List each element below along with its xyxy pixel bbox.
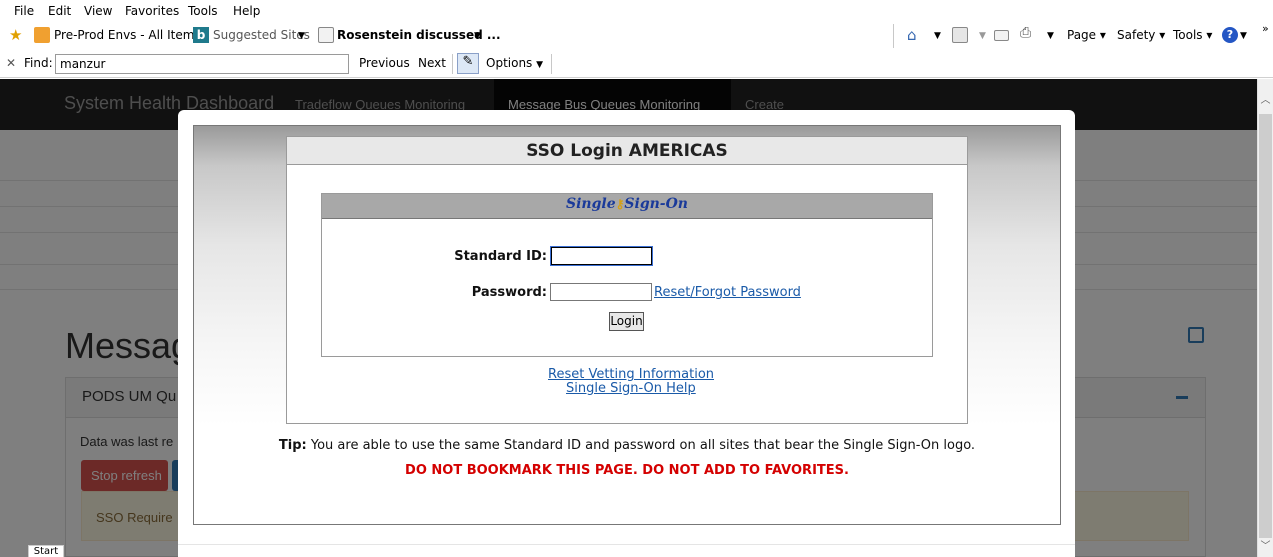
help-icon[interactable]: ?	[1222, 27, 1238, 43]
home-dropdown-icon[interactable]: ▼	[934, 31, 941, 41]
tip-text: Tip: You are able to use the same Standa…	[278, 438, 976, 453]
scroll-thumb[interactable]	[1259, 114, 1272, 538]
menu-file[interactable]: File	[14, 4, 34, 18]
feeds-icon[interactable]	[952, 27, 968, 43]
find-bar: ✕ Find: Previous Next ✎ Options ▼	[0, 50, 1273, 78]
start-button[interactable]: Start	[28, 545, 64, 557]
divider	[452, 54, 453, 74]
divider	[551, 54, 552, 74]
sharepoint-icon	[34, 27, 50, 43]
divider	[178, 544, 1075, 545]
bookmark-warning: DO NOT BOOKMARK THIS PAGE. DO NOT ADD TO…	[405, 463, 849, 478]
help-dropdown-icon[interactable]: ▼	[1240, 31, 1247, 41]
print-icon[interactable]: ⎙	[1020, 25, 1036, 41]
sso-help-link[interactable]: Single Sign-On Help	[566, 381, 696, 396]
highlight-matches-icon[interactable]: ✎	[457, 53, 479, 74]
standard-id-label: Standard ID:	[454, 249, 547, 264]
login-button[interactable]: Login	[609, 312, 644, 331]
single-sign-on-logo: Single⚷Sign-On	[565, 196, 688, 212]
reset-forgot-password-link[interactable]: Reset/Forgot Password	[654, 285, 801, 300]
find-next-button[interactable]: Next	[418, 56, 446, 70]
standard-id-field[interactable]	[550, 246, 653, 266]
home-icon[interactable]: ⌂	[907, 26, 923, 44]
menu-help[interactable]: Help	[233, 4, 260, 18]
menu-favorites[interactable]: Favorites	[125, 4, 179, 18]
mail-icon[interactable]	[994, 30, 1009, 41]
suggested-dropdown-icon[interactable]: ▼	[298, 31, 305, 41]
ie-page-icon	[318, 27, 334, 43]
menu-view[interactable]: View	[84, 4, 112, 18]
favorites-bar: ★ Pre-Prod Envs - All Items b Suggested …	[0, 22, 1273, 50]
menu-edit[interactable]: Edit	[48, 4, 71, 18]
page-menu[interactable]: Page ▾	[1067, 28, 1106, 42]
find-input[interactable]	[55, 54, 349, 74]
reset-vetting-link[interactable]: Reset Vetting Information	[548, 367, 714, 382]
divider	[893, 24, 894, 48]
password-field[interactable]	[550, 283, 652, 301]
find-label: Find:	[24, 56, 53, 70]
find-previous-button[interactable]: Previous	[359, 56, 410, 70]
print-dropdown-icon[interactable]: ▼	[1047, 31, 1054, 41]
menu-bar: File Edit View Favorites Tools Help	[0, 0, 1273, 22]
scroll-up-icon[interactable]: ︿	[1259, 94, 1272, 108]
close-find-icon[interactable]: ✕	[6, 56, 16, 70]
tip-label: Tip:	[278, 438, 307, 453]
favorite-pre-prod-envs[interactable]: Pre-Prod Envs - All Items	[54, 28, 201, 42]
bing-icon: b	[193, 27, 209, 43]
article-dropdown-icon[interactable]: ▼	[474, 31, 481, 41]
find-options-menu[interactable]: Options ▼	[486, 56, 543, 70]
sso-title: SSO Login AMERICAS	[526, 141, 728, 161]
add-favorites-star-icon[interactable]: ★	[9, 26, 25, 44]
safety-menu[interactable]: Safety ▾	[1117, 28, 1165, 42]
scroll-down-icon[interactable]: ﹀	[1259, 540, 1272, 554]
tools-menu[interactable]: Tools ▾	[1173, 28, 1212, 42]
feeds-dropdown-icon[interactable]: ▼	[979, 31, 986, 41]
chevron-more-icon[interactable]: »	[1262, 22, 1269, 35]
password-label: Password:	[471, 285, 547, 300]
menu-tools[interactable]: Tools	[188, 4, 218, 18]
favorite-suggested-sites[interactable]: Suggested Sites	[213, 28, 310, 42]
